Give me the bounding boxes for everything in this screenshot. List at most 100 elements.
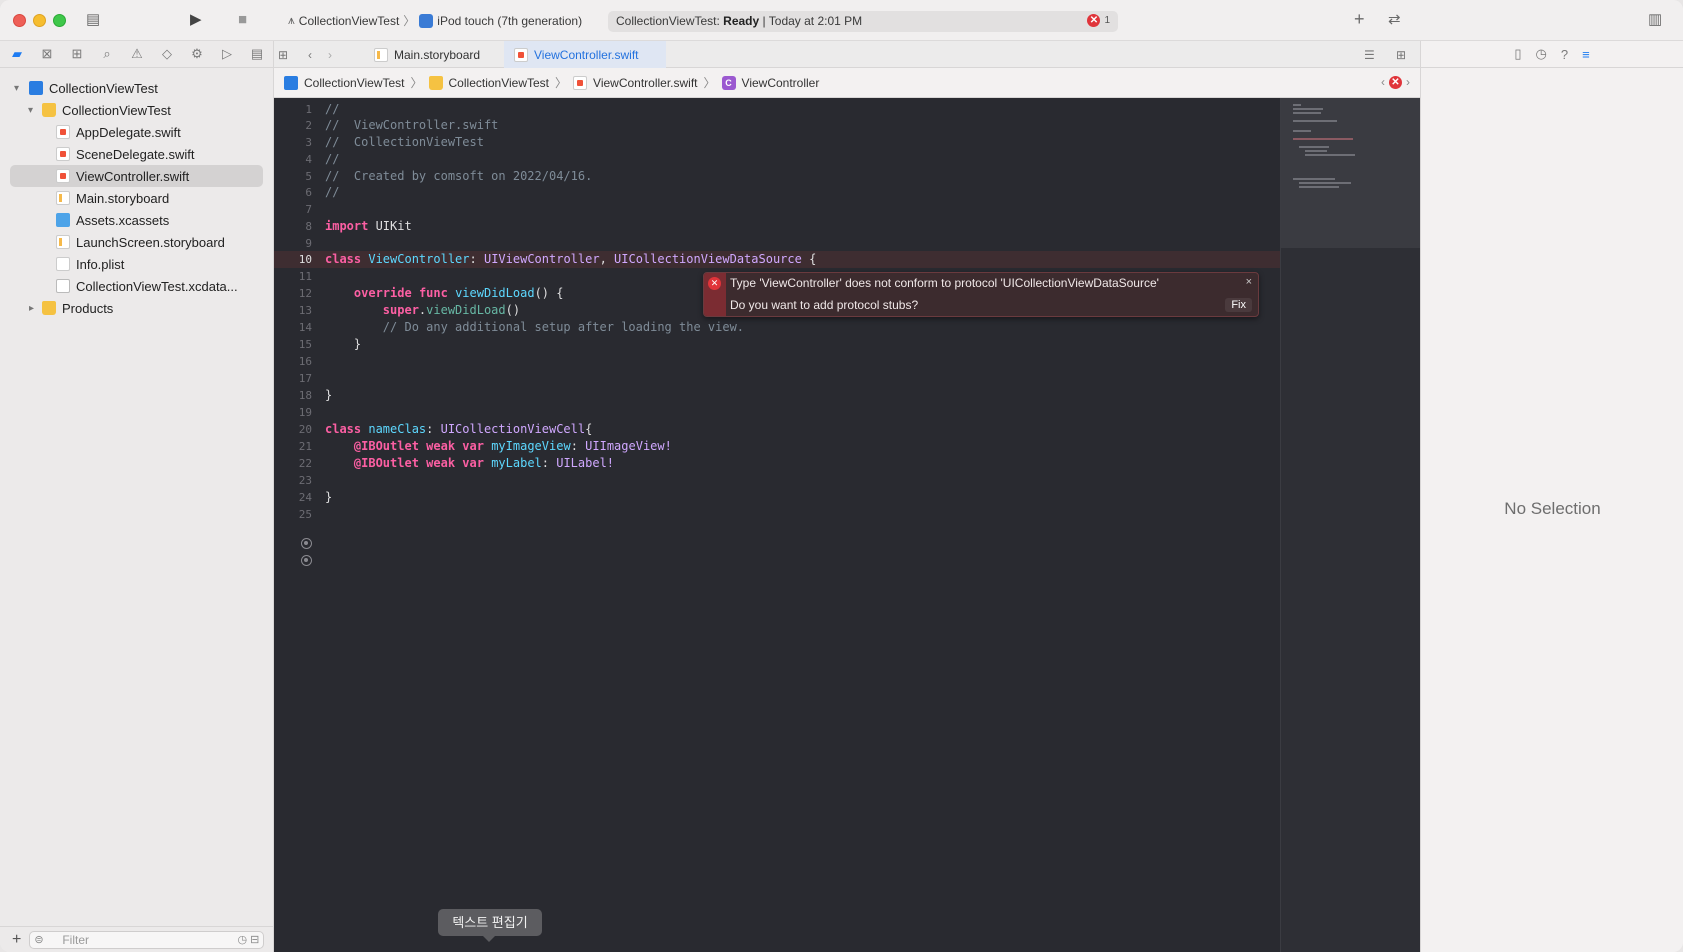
close-issue-button[interactable]: × [1246,276,1252,288]
folder-icon [42,301,56,315]
back-icon[interactable]: ‹ [306,41,324,68]
type-name: UILabel! [556,456,615,470]
issue-navigator-icon[interactable]: ⚠ [129,46,145,62]
source-editor[interactable]: 1 2 3 4 5 6 7 8 9 10 11 12 13 14 15 16 1… [274,98,1421,952]
jump-bar-item[interactable]: CollectionViewTest [304,76,405,90]
line-number: 3 [305,136,312,149]
close-window-button[interactable] [13,14,26,27]
tree-row-file[interactable]: Info.plist [0,253,273,275]
tree-row-file[interactable]: CollectionViewTest.xcdata... [0,275,273,297]
previous-issue-icon[interactable]: ‹ [1381,75,1385,89]
add-icon[interactable]: + [1354,9,1365,29]
scheme-selector[interactable]: ⩚ CollectionViewTest 〉 iPod touch (7th g… [288,12,582,29]
tree-row-file-selected[interactable]: ViewController.swift [10,165,263,187]
code-text: { [585,422,593,436]
outlet-connection-icon[interactable] [301,555,312,566]
line-number: 6 [305,186,312,199]
breakpoint-navigator-icon[interactable]: ▷ [219,46,235,62]
debug-navigator-icon[interactable]: ⚙ [189,46,205,62]
attributes-inspector-icon[interactable]: ≡ [1582,47,1590,62]
minimap-line [1293,138,1353,140]
jump-bar-item[interactable]: ViewController.swift [593,76,697,90]
declaration: nameClas [368,422,427,436]
code-text: { [801,252,817,266]
tab-label: Main.storyboard [394,47,481,62]
tree-label: CollectionViewTest [62,102,171,118]
recent-files-icon[interactable]: ◷ ⊟ [237,932,259,948]
attribute: @IBOutlet [353,439,419,453]
code-line: // [325,185,340,199]
filter-options-icon[interactable]: ⊜ [34,932,43,948]
report-navigator-icon[interactable]: ▤ [249,46,265,62]
filter-placeholder: Filter [62,932,90,947]
status-time: | Today at 2:01 PM [762,14,863,28]
fix-it-question: Do you want to add protocol stubs? [730,298,919,312]
tab-viewcontroller-swift[interactable]: ViewController.swift [504,41,666,68]
tab-main-storyboard[interactable]: Main.storyboard [364,41,504,68]
tree-row-group[interactable]: ▾ CollectionViewTest [0,99,273,121]
jump-bar-item[interactable]: CollectionViewTest [449,76,550,90]
scheme-separator-icon: 〉 [403,14,416,28]
code-line: // CollectionViewTest [325,135,484,149]
code-text: , [599,252,615,266]
navigator-toolbar: ▰ ⊠ ⊞ ⌕ ⚠ ◇ ⚙ ▷ ▤ [0,41,273,68]
chevron-down-icon[interactable]: ▾ [28,105,33,116]
jump-bar-item[interactable]: ViewController [742,76,820,90]
fix-button[interactable]: Fix [1225,298,1252,312]
keyword: class [325,422,362,436]
tree-row-file[interactable]: LaunchScreen.storyboard [0,231,273,253]
zoom-window-button[interactable] [53,14,66,27]
outlet-connection-icon[interactable] [301,538,312,549]
next-issue-icon[interactable]: › [1406,75,1410,89]
sidebar-toggle-icon[interactable]: ▤ [86,10,100,30]
chevron-right-icon[interactable]: ▸ [29,303,34,314]
run-icon[interactable]: ▶ [190,10,202,30]
code-line: // [325,152,340,166]
no-selection-label: No Selection [1504,499,1601,518]
asset-catalog-icon [56,213,70,227]
folder-icon [42,103,56,117]
tree-row-file[interactable]: AppDelegate.swift [0,121,273,143]
tree-row-file[interactable]: SceneDelegate.swift [0,143,273,165]
minimize-window-button[interactable] [33,14,46,27]
tree-row-project[interactable]: ▾ CollectionViewTest [0,77,273,99]
symbol-navigator-icon[interactable]: ⊞ [69,46,85,62]
dock-tooltip: 텍스트 편집기 [438,909,542,942]
chevron-down-icon[interactable]: ▾ [14,83,19,94]
find-navigator-icon[interactable]: ⌕ [99,46,115,62]
navigator-filter-bar: + ⊜ Filter ◷ ⊟ [0,926,273,952]
tree-row-file[interactable]: Assets.xcassets [0,209,273,231]
inspector-toolbar: ▯ ◷ ? ≡ [1421,41,1683,68]
error-message: Type 'ViewController' does not conform t… [730,276,1159,290]
minimap[interactable] [1280,98,1421,952]
file-inspector-icon[interactable]: ▯ [1514,46,1521,62]
forward-icon[interactable]: › [326,41,344,68]
declaration: myImageView [491,439,571,453]
filter-input[interactable]: ⊜ Filter ◷ ⊟ [29,930,265,949]
inspector-toggle-icon[interactable]: ▥ [1648,10,1662,30]
history-inspector-icon[interactable]: ◷ [1535,46,1546,62]
test-navigator-icon[interactable]: ◇ [159,46,175,62]
source-control-icon[interactable]: ⊠ [39,46,55,62]
folder-icon [428,75,443,90]
storyboard-file-icon [374,47,388,62]
tree-row-products[interactable]: ▸ Products [0,297,273,319]
scheme-icon: ⩚ [288,13,295,27]
add-editor-icon[interactable]: ⊞ [1386,41,1416,68]
editor-options-icon[interactable]: ☰ [1354,41,1385,68]
issue-nav-controls[interactable]: ‹ ✕ › [1381,75,1410,89]
stop-icon[interactable]: ■ [238,10,247,30]
related-items-icon[interactable]: ⊞ [274,41,298,68]
add-file-icon[interactable]: + [12,931,21,949]
code-review-icon[interactable]: ⇄ [1388,10,1401,30]
quick-help-icon[interactable]: ? [1561,47,1568,62]
code-text: () { [534,286,564,300]
declaration: myLabel [491,456,542,470]
line-number: 7 [305,203,312,216]
code-line: // Created by comsoft on 2022/04/16. [325,169,593,183]
code-line: } [325,490,333,504]
project-navigator-icon[interactable]: ▰ [9,46,25,62]
tree-row-file[interactable]: Main.storyboard [0,187,273,209]
line-number: 10 [298,253,312,266]
error-indicator[interactable]: ✕ 1 [1087,14,1110,27]
